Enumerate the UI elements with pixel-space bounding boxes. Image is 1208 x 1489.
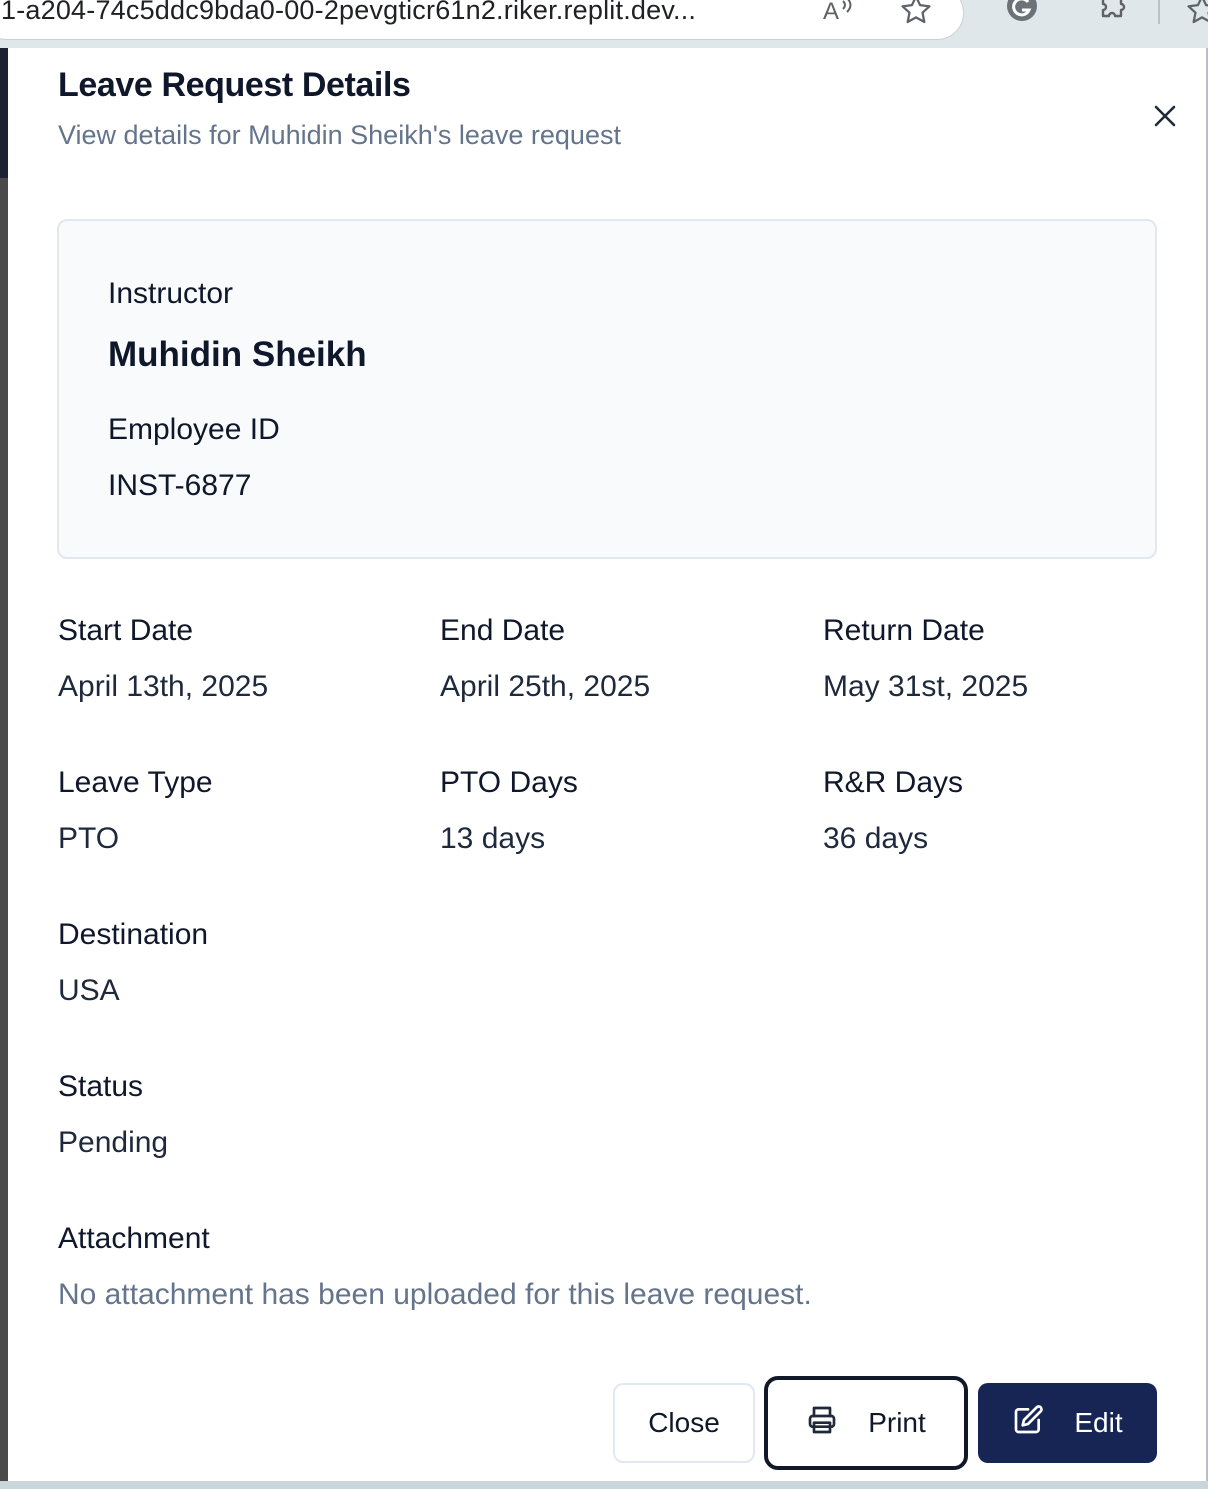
pto-days-value: 13 days: [440, 822, 546, 855]
attachment-label: Attachment: [58, 1222, 210, 1255]
destination-value: USA: [58, 974, 120, 1007]
employee-id-value: INST-6877: [108, 469, 252, 502]
print-button[interactable]: Print: [764, 1376, 968, 1470]
destination-label: Destination: [58, 918, 209, 951]
favorite-star-icon[interactable]: [896, 0, 936, 28]
start-date-value: April 13th, 2025: [58, 670, 269, 703]
close-button[interactable]: Close: [613, 1383, 755, 1463]
instructor-label: Instructor: [108, 277, 234, 310]
return-date-label: Return Date: [823, 614, 985, 647]
address-bar-url[interactable]: 1-a204-74c5ddc9bda0-00-2pevgticr61n2.rik…: [1, 0, 791, 31]
employee-id-label: Employee ID: [108, 413, 280, 446]
instructor-card: Instructor Muhidin Sheikh Employee ID IN…: [57, 219, 1157, 559]
edit-button[interactable]: Edit: [978, 1383, 1157, 1463]
attachment-empty-message: No attachment has been uploaded for this…: [58, 1278, 812, 1311]
edit-pencil-icon: [1012, 1404, 1044, 1443]
browser-toolbar: 1-a204-74c5ddc9bda0-00-2pevgticr61n2.rik…: [0, 0, 1208, 48]
rr-days-label: R&R Days: [823, 766, 964, 799]
rr-days-value: 36 days: [823, 822, 929, 855]
close-button-label: Close: [648, 1407, 720, 1438]
start-date-label: Start Date: [58, 614, 194, 647]
end-date-label: End Date: [440, 614, 566, 647]
dialog-subtitle: View details for Muhidin Sheikh's leave …: [58, 120, 621, 150]
dialog-close-icon[interactable]: [1144, 102, 1186, 130]
svg-text:A: A: [823, 0, 839, 25]
toolbar-divider: [1158, 0, 1160, 24]
return-date-value: May 31st, 2025: [823, 670, 1029, 703]
grammarly-icon[interactable]: [1002, 0, 1042, 28]
leave-request-dialog: Leave Request Details View details for M…: [8, 48, 1206, 1481]
page-bottom-strip: [0, 1481, 1208, 1489]
status-value: Pending: [58, 1126, 169, 1159]
pto-days-label: PTO Days: [440, 766, 578, 799]
leave-type-label: Leave Type: [58, 766, 213, 799]
instructor-name: Muhidin Sheikh: [108, 335, 367, 374]
dialog-title: Leave Request Details: [58, 66, 411, 104]
read-aloud-icon[interactable]: A: [818, 0, 858, 28]
extensions-puzzle-icon[interactable]: [1092, 0, 1132, 28]
status-label: Status: [58, 1070, 144, 1103]
printer-icon: [806, 1404, 838, 1443]
leave-type-value: PTO: [58, 822, 120, 855]
edit-button-label: Edit: [1074, 1407, 1123, 1438]
end-date-value: April 25th, 2025: [440, 670, 651, 703]
print-button-label: Print: [868, 1407, 926, 1438]
favorites-icon[interactable]: [1182, 0, 1208, 28]
modal-backdrop[interactable]: [0, 48, 8, 1481]
